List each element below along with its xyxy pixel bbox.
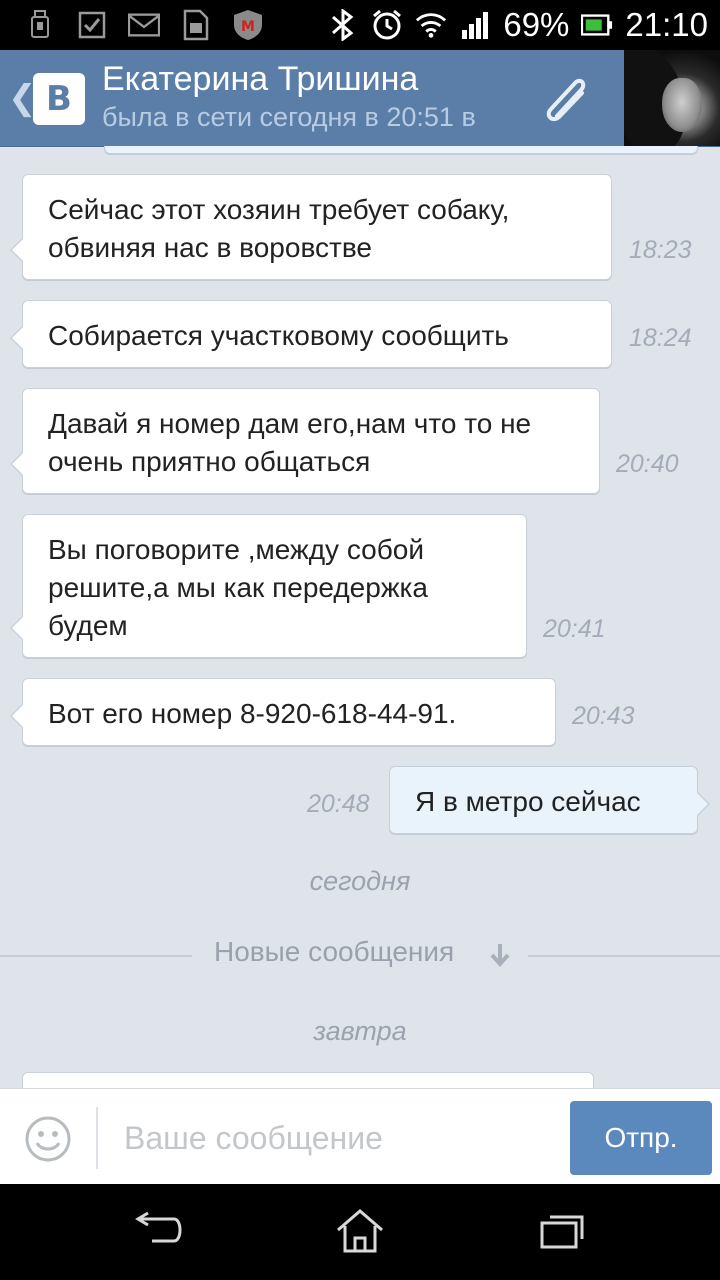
contact-avatar[interactable] xyxy=(624,50,720,146)
home-nav-icon[interactable] xyxy=(330,1206,390,1256)
arrow-down-icon xyxy=(490,944,510,968)
message-time: 18:24 xyxy=(629,324,692,352)
alarm-icon xyxy=(371,9,403,41)
incoming-message[interactable]: Давай я номер дам его,нам что то не очен… xyxy=(10,388,600,494)
date-separator-tomorrow: завтра xyxy=(313,1016,407,1046)
outgoing-message[interactable]: Я в метро сейчас xyxy=(389,766,710,834)
message-text: Давай я номер дам его,нам что то не очен… xyxy=(48,408,532,477)
battery-icon xyxy=(581,9,613,41)
message-text: Вот его номер 8-920-618-44-91. xyxy=(48,698,457,729)
message-time: 20:43 xyxy=(572,702,635,730)
incoming-message[interactable]: Вот его номер 8-920-618-44-91. xyxy=(10,678,556,746)
mail-icon xyxy=(128,9,160,41)
chat-header: ❮ В Екатерина Тришина была в сети сегодн… xyxy=(0,50,720,147)
contact-last-seen: была в сети сегодня в 20:51 в xyxy=(102,102,476,132)
checkbox-icon xyxy=(76,9,108,41)
navigation-bar xyxy=(0,1184,720,1280)
status-bar: M 69% 21:10 xyxy=(0,0,720,50)
message-time: 20:40 xyxy=(616,450,679,478)
message-text: Сейчас этот хозяин требует собаку, обвин… xyxy=(48,194,510,263)
wifi-icon xyxy=(415,9,447,41)
date-separator-today: сегодня xyxy=(309,866,411,896)
message-time: 18:23 xyxy=(629,236,692,264)
message-input[interactable] xyxy=(110,1109,578,1167)
previous-message-bubble[interactable] xyxy=(104,146,698,154)
svg-text:M: M xyxy=(241,19,255,35)
message-list[interactable]: Сейчас этот хозяин требует собаку, обвин… xyxy=(0,146,720,1088)
usb-debug-icon xyxy=(24,9,56,41)
message-text: Я в метро сейчас xyxy=(415,786,641,817)
paperclip-icon[interactable] xyxy=(537,72,597,128)
composer-divider xyxy=(96,1107,98,1169)
bluetooth-icon xyxy=(327,9,359,41)
vk-logo[interactable]: В xyxy=(33,73,85,125)
message-time: 20:41 xyxy=(543,615,606,643)
clock: 21:10 xyxy=(625,6,708,43)
next-message-bubble[interactable] xyxy=(22,1072,594,1088)
incoming-message[interactable]: Сейчас этот хозяин требует собаку, обвин… xyxy=(10,174,612,280)
message-text: Собирается участковому сообщить xyxy=(48,320,509,351)
message-text: Вы поговорите ,между собой решите,а мы к… xyxy=(48,534,428,641)
mcafee-icon: M xyxy=(232,9,264,41)
message-composer: Отпр. xyxy=(0,1088,720,1185)
send-button[interactable]: Отпр. xyxy=(570,1101,712,1175)
contact-name[interactable]: Екатерина Тришина xyxy=(102,60,418,99)
recent-apps-icon[interactable] xyxy=(532,1206,592,1256)
new-messages-divider: Новые сообщения xyxy=(0,936,720,976)
new-messages-label: Новые сообщения xyxy=(214,936,455,967)
incoming-message[interactable]: Собирается участковому сообщить xyxy=(10,300,612,368)
message-time: 20:48 xyxy=(307,790,370,818)
sim-card-icon xyxy=(180,9,212,41)
battery-percent: 69% xyxy=(503,6,570,43)
incoming-message[interactable]: Вы поговорите ,между собой решите,а мы к… xyxy=(10,514,527,658)
emoji-icon[interactable] xyxy=(24,1115,72,1163)
back-nav-icon[interactable] xyxy=(128,1206,188,1256)
signal-icon xyxy=(459,9,491,41)
